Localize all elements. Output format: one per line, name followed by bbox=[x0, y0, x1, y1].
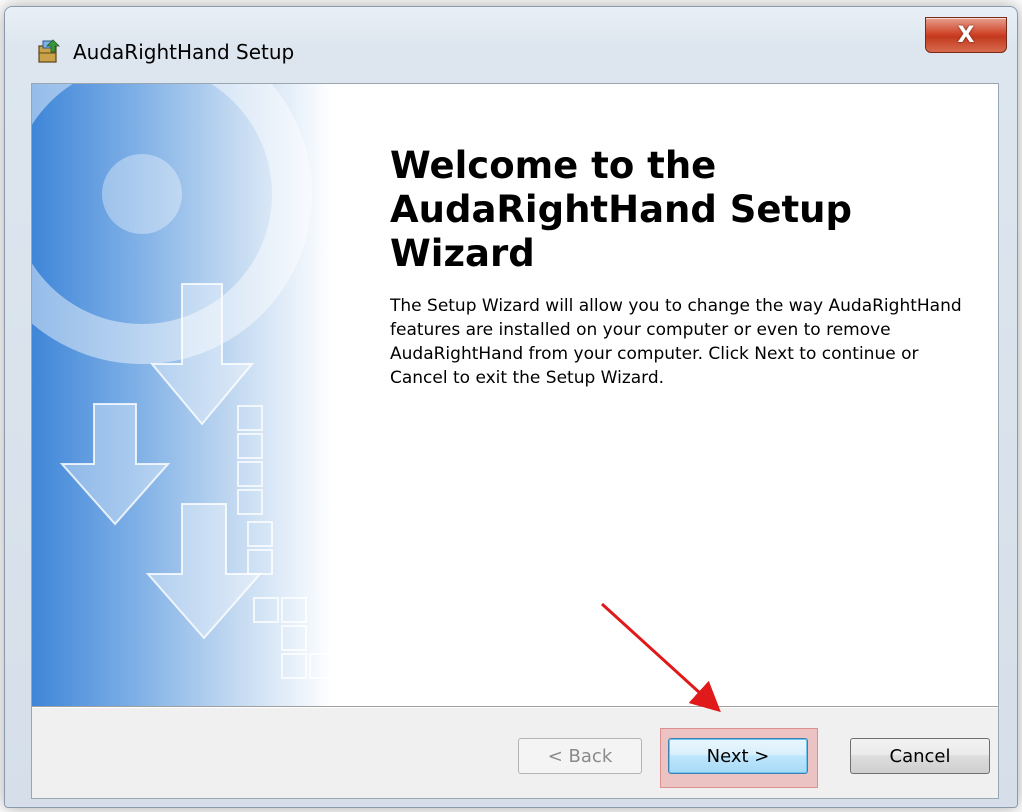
setup-window: AudaRightHand Setup X Welcome to the Aud… bbox=[4, 6, 1018, 808]
wizard-client-area: Welcome to the AudaRightHand Setup Wizar… bbox=[31, 83, 999, 799]
welcome-panel: Welcome to the AudaRightHand Setup Wizar… bbox=[32, 84, 998, 706]
welcome-description: The Setup Wizard will allow you to chang… bbox=[390, 296, 962, 388]
button-bar-separator bbox=[32, 706, 998, 708]
welcome-heading: Welcome to the AudaRightHand Setup Wizar… bbox=[390, 144, 970, 276]
welcome-heading-line1: Welcome to the bbox=[390, 144, 717, 187]
download-arrows-graphic bbox=[32, 84, 332, 679]
close-icon: X bbox=[957, 22, 975, 48]
cancel-button[interactable]: Cancel bbox=[850, 738, 990, 774]
next-button[interactable]: Next > bbox=[668, 738, 808, 774]
back-button[interactable]: < Back bbox=[518, 738, 642, 774]
welcome-heading-line2: AudaRightHand Setup Wizard bbox=[390, 188, 853, 275]
title-bar[interactable]: AudaRightHand Setup X bbox=[5, 7, 1017, 83]
close-button[interactable]: X bbox=[925, 17, 1007, 53]
wizard-side-artwork bbox=[32, 84, 332, 706]
installer-icon bbox=[38, 39, 60, 63]
window-title: AudaRightHand Setup bbox=[73, 40, 295, 64]
